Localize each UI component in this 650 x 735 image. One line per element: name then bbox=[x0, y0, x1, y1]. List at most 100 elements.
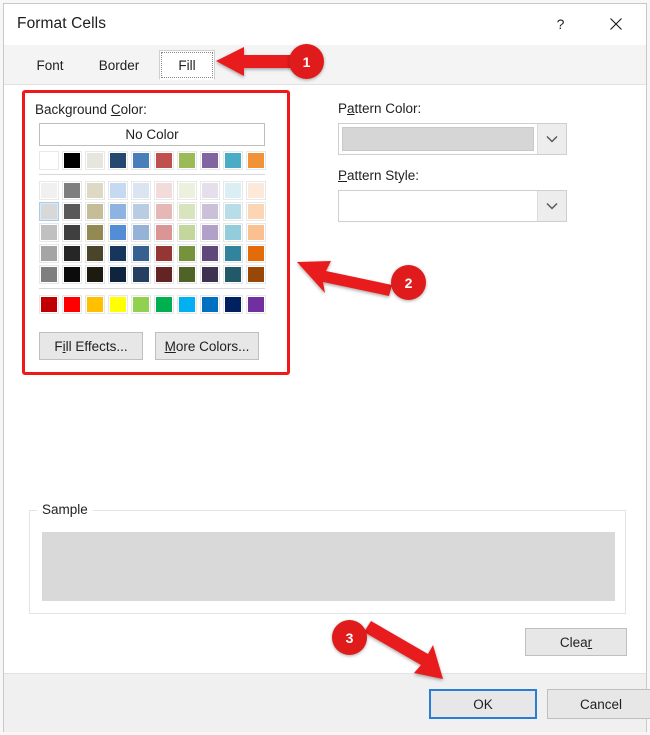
palette-swatch-tint-3-8[interactable] bbox=[223, 244, 243, 263]
palette-swatch-tint-2-7[interactable] bbox=[200, 223, 220, 242]
palette-swatch-tint-2-9[interactable] bbox=[246, 223, 266, 242]
palette-swatch-tint-1-3[interactable] bbox=[108, 202, 128, 221]
palette-swatch-theme-0[interactable] bbox=[39, 151, 59, 170]
palette-swatch-standard-8[interactable] bbox=[223, 295, 243, 314]
background-color-palette[interactable] bbox=[39, 151, 267, 316]
swatch-fill bbox=[64, 183, 80, 198]
ok-button[interactable]: OK bbox=[429, 689, 537, 719]
palette-swatch-standard-3[interactable] bbox=[108, 295, 128, 314]
more-colors-button[interactable]: More Colors... bbox=[155, 332, 259, 360]
palette-swatch-standard-4[interactable] bbox=[131, 295, 151, 314]
palette-swatch-tint-4-8[interactable] bbox=[223, 265, 243, 284]
palette-swatch-standard-0[interactable] bbox=[39, 295, 59, 314]
close-button[interactable] bbox=[593, 4, 638, 44]
swatch-fill bbox=[110, 267, 126, 282]
palette-swatch-tint-2-1[interactable] bbox=[62, 223, 82, 242]
palette-swatch-tint-2-6[interactable] bbox=[177, 223, 197, 242]
palette-swatch-tint-0-3[interactable] bbox=[108, 181, 128, 200]
palette-swatch-theme-6[interactable] bbox=[177, 151, 197, 170]
palette-swatch-tint-3-2[interactable] bbox=[85, 244, 105, 263]
palette-swatch-tint-1-7[interactable] bbox=[200, 202, 220, 221]
palette-swatch-tint-4-2[interactable] bbox=[85, 265, 105, 284]
tab-border[interactable]: Border bbox=[88, 50, 150, 80]
palette-swatch-tint-3-5[interactable] bbox=[154, 244, 174, 263]
palette-swatch-tint-2-4[interactable] bbox=[131, 223, 151, 242]
pattern-color-dropdown[interactable] bbox=[338, 123, 567, 155]
clear-button[interactable]: Clea r bbox=[525, 628, 627, 656]
palette-swatch-tint-3-6[interactable] bbox=[177, 244, 197, 263]
no-color-label: No Color bbox=[125, 127, 179, 142]
palette-swatch-theme-3[interactable] bbox=[108, 151, 128, 170]
palette-swatch-tint-1-4[interactable] bbox=[131, 202, 151, 221]
palette-swatch-tint-4-6[interactable] bbox=[177, 265, 197, 284]
palette-swatch-tint-2-8[interactable] bbox=[223, 223, 243, 242]
palette-swatch-tint-3-0[interactable] bbox=[39, 244, 59, 263]
palette-tint-row-4[interactable] bbox=[39, 265, 267, 284]
pattern-style-dropdown[interactable] bbox=[338, 190, 567, 222]
tab-font[interactable]: Font bbox=[24, 50, 76, 80]
palette-swatch-tint-4-4[interactable] bbox=[131, 265, 151, 284]
tab-fill[interactable]: Fill bbox=[159, 50, 215, 80]
palette-swatch-tint-0-0[interactable] bbox=[39, 181, 59, 200]
palette-swatch-tint-3-4[interactable] bbox=[131, 244, 151, 263]
palette-tint-row-0[interactable] bbox=[39, 181, 267, 200]
palette-swatch-tint-0-4[interactable] bbox=[131, 181, 151, 200]
palette-swatch-theme-1[interactable] bbox=[62, 151, 82, 170]
palette-swatch-tint-2-5[interactable] bbox=[154, 223, 174, 242]
palette-swatch-tint-3-3[interactable] bbox=[108, 244, 128, 263]
palette-swatch-standard-9[interactable] bbox=[246, 295, 266, 314]
palette-swatch-theme-7[interactable] bbox=[200, 151, 220, 170]
palette-swatch-standard-1[interactable] bbox=[62, 295, 82, 314]
palette-tint-rows[interactable] bbox=[39, 181, 267, 284]
palette-swatch-standard-7[interactable] bbox=[200, 295, 220, 314]
help-button[interactable]: ? bbox=[538, 4, 583, 44]
palette-swatch-tint-3-9[interactable] bbox=[246, 244, 266, 263]
palette-swatch-tint-0-8[interactable] bbox=[223, 181, 243, 200]
palette-swatch-tint-4-9[interactable] bbox=[246, 265, 266, 284]
palette-swatch-tint-1-5[interactable] bbox=[154, 202, 174, 221]
palette-swatch-theme-4[interactable] bbox=[131, 151, 151, 170]
palette-standard-row[interactable] bbox=[39, 295, 267, 314]
palette-theme-row[interactable] bbox=[39, 151, 267, 170]
palette-swatch-tint-0-5[interactable] bbox=[154, 181, 174, 200]
fill-effects-button[interactable]: Fi ll Effects... bbox=[39, 332, 143, 360]
palette-swatch-tint-3-1[interactable] bbox=[62, 244, 82, 263]
no-color-button[interactable]: No Color bbox=[39, 123, 265, 146]
fill-effects-suffix: ll Effects... bbox=[65, 338, 128, 354]
palette-swatch-standard-2[interactable] bbox=[85, 295, 105, 314]
palette-swatch-tint-4-1[interactable] bbox=[62, 265, 82, 284]
palette-swatch-tint-0-1[interactable] bbox=[62, 181, 82, 200]
palette-tint-row-3[interactable] bbox=[39, 244, 267, 263]
palette-tint-row-2[interactable] bbox=[39, 223, 267, 242]
palette-swatch-tint-2-0[interactable] bbox=[39, 223, 59, 242]
palette-swatch-tint-1-8[interactable] bbox=[223, 202, 243, 221]
palette-swatch-theme-9[interactable] bbox=[246, 151, 266, 170]
palette-swatch-theme-5[interactable] bbox=[154, 151, 174, 170]
palette-swatch-tint-3-7[interactable] bbox=[200, 244, 220, 263]
pattern-color-dropdown-arrow[interactable] bbox=[537, 124, 566, 154]
palette-swatch-tint-0-7[interactable] bbox=[200, 181, 220, 200]
palette-swatch-tint-0-6[interactable] bbox=[177, 181, 197, 200]
palette-tint-row-1[interactable] bbox=[39, 202, 267, 221]
swatch-fill bbox=[248, 153, 264, 168]
palette-swatch-tint-0-2[interactable] bbox=[85, 181, 105, 200]
palette-swatch-tint-2-2[interactable] bbox=[85, 223, 105, 242]
palette-swatch-tint-4-5[interactable] bbox=[154, 265, 174, 284]
background-color-label-suffix: olor: bbox=[120, 102, 147, 117]
palette-swatch-tint-1-6[interactable] bbox=[177, 202, 197, 221]
palette-swatch-standard-5[interactable] bbox=[154, 295, 174, 314]
palette-swatch-theme-2[interactable] bbox=[85, 151, 105, 170]
palette-swatch-tint-4-3[interactable] bbox=[108, 265, 128, 284]
palette-swatch-tint-1-9[interactable] bbox=[246, 202, 266, 221]
palette-swatch-tint-4-0[interactable] bbox=[39, 265, 59, 284]
palette-swatch-tint-4-7[interactable] bbox=[200, 265, 220, 284]
palette-swatch-tint-1-1[interactable] bbox=[62, 202, 82, 221]
palette-swatch-theme-8[interactable] bbox=[223, 151, 243, 170]
cancel-button[interactable]: Cancel bbox=[547, 689, 650, 719]
palette-swatch-standard-6[interactable] bbox=[177, 295, 197, 314]
palette-swatch-tint-0-9[interactable] bbox=[246, 181, 266, 200]
palette-swatch-tint-2-3[interactable] bbox=[108, 223, 128, 242]
palette-swatch-tint-1-0[interactable] bbox=[39, 202, 59, 221]
palette-swatch-tint-1-2[interactable] bbox=[85, 202, 105, 221]
pattern-style-dropdown-arrow[interactable] bbox=[537, 191, 566, 221]
